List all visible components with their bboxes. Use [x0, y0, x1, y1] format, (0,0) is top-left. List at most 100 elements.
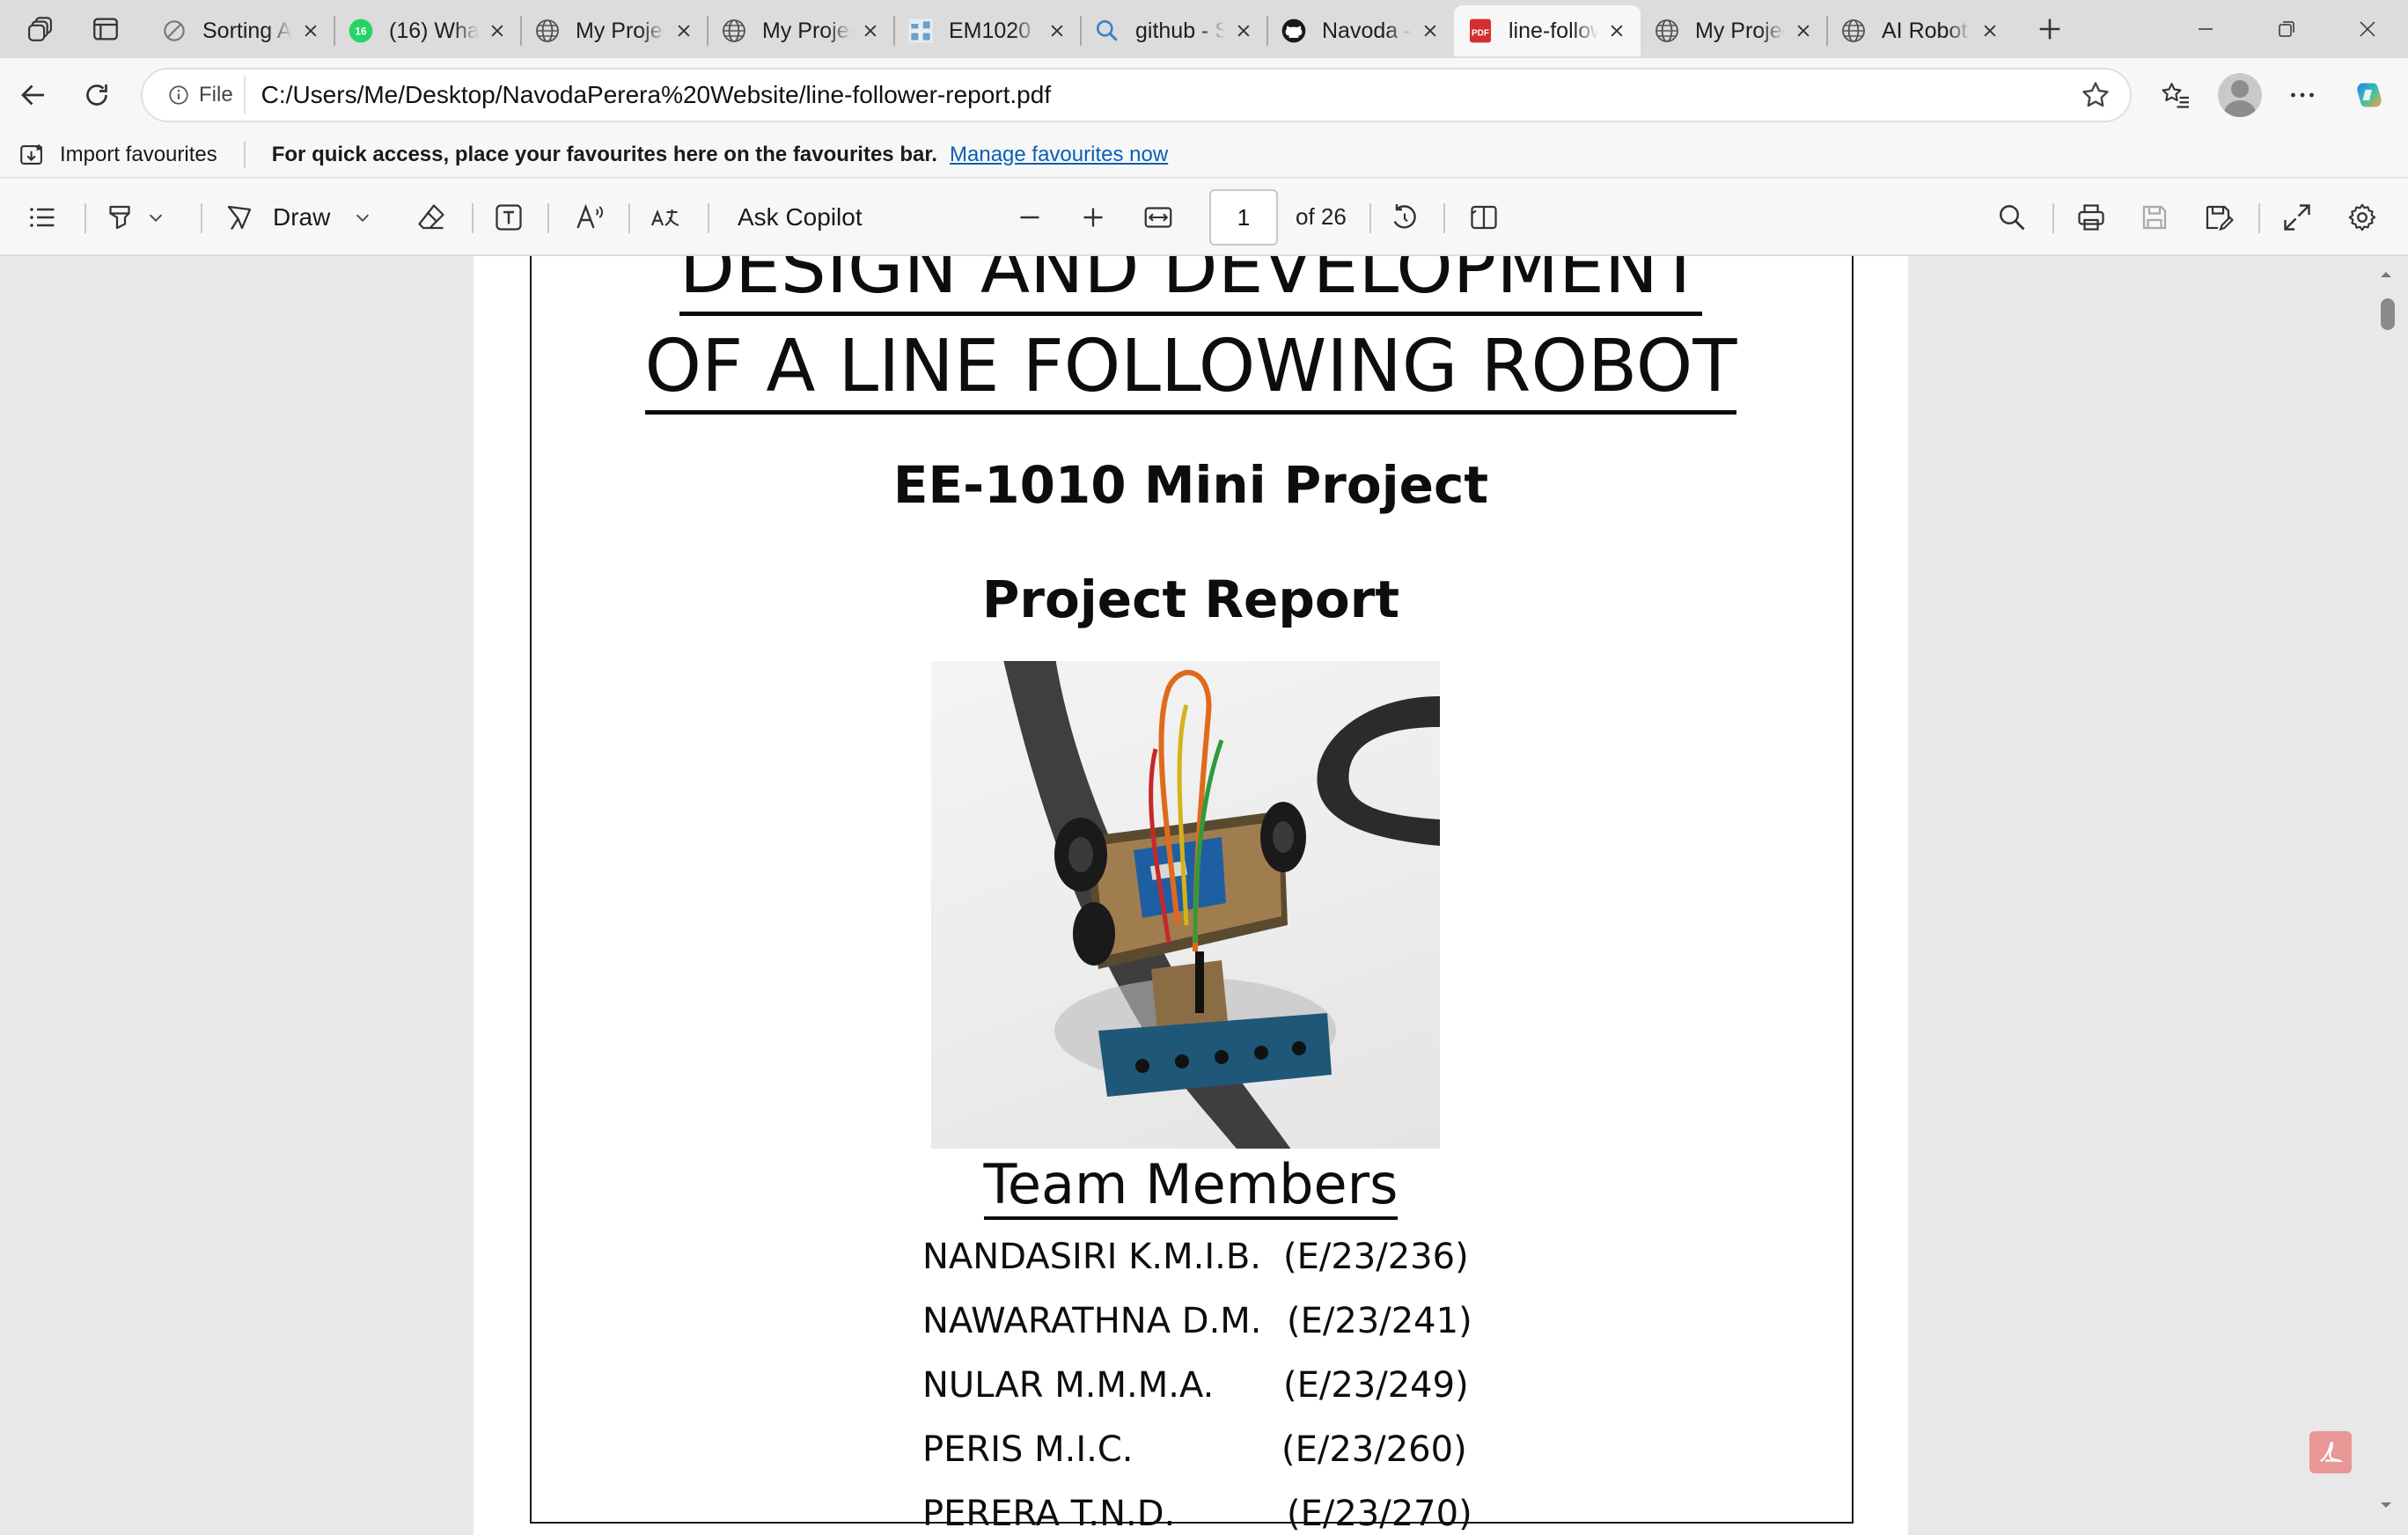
tab-strip: Sorting Algorithms 16 (16) WhatsApp My Proj… — [0, 0, 2408, 58]
tab-divider — [1080, 16, 1082, 46]
browser-tab[interactable]: 16 (16) WhatsApp — [334, 5, 521, 56]
favourites-button[interactable] — [2151, 70, 2200, 120]
minimize-button[interactable] — [2165, 0, 2246, 58]
page-number-input[interactable] — [1209, 189, 1278, 246]
close-tab-icon[interactable] — [1604, 18, 1630, 44]
page-view-button[interactable] — [1468, 195, 1500, 240]
profile-avatar[interactable] — [2218, 73, 2262, 117]
close-tab-icon[interactable] — [484, 18, 510, 44]
rotate-button[interactable] — [1389, 195, 1421, 240]
workspaces-button[interactable] — [14, 7, 70, 51]
member-name: PERIS M.I.C. — [922, 1429, 1134, 1470]
copilot-button[interactable] — [2345, 70, 2394, 120]
line-follower-robot-image — [1003, 661, 1440, 1149]
browser-tab[interactable]: AI Robot — [1827, 5, 2014, 56]
close-tab-icon[interactable] — [1790, 18, 1817, 44]
browser-tab[interactable]: My Projects — [1641, 5, 1827, 56]
import-icon — [20, 143, 43, 165]
browser-tab[interactable]: My Projects — [521, 5, 708, 56]
tab-divider — [893, 16, 895, 46]
globe-icon — [533, 17, 562, 45]
minus-icon — [1020, 216, 1039, 219]
tab-title: My Projects — [762, 18, 852, 43]
close-tab-icon[interactable] — [1417, 18, 1443, 44]
address-bar[interactable]: File C:/Users/Me/Desktop/NavodaPerera%20… — [141, 68, 2132, 122]
save-as-button[interactable] — [2202, 195, 2234, 240]
close-tab-icon[interactable] — [1977, 18, 2003, 44]
close-tab-icon[interactable] — [1044, 18, 1070, 44]
scroll-up-arrow-icon[interactable] — [2378, 267, 2394, 283]
find-button[interactable] — [1996, 195, 2028, 240]
adobe-acrobat-button[interactable] — [2309, 1431, 2352, 1473]
pdf-settings-button[interactable] — [2346, 195, 2378, 240]
url-text[interactable]: C:/Users/Me/Desktop/NavodaPerera%20Websi… — [261, 81, 1051, 109]
divider — [708, 203, 709, 233]
tab-title: github - Search — [1135, 18, 1225, 43]
highlighter-icon — [109, 205, 130, 230]
close-tab-icon[interactable] — [297, 18, 324, 44]
browser-tab[interactable]: My Projects — [708, 5, 894, 56]
new-tab-button[interactable] — [2024, 7, 2075, 51]
back-button[interactable] — [9, 70, 58, 120]
manage-favourites-link[interactable]: Manage favourites now — [950, 143, 1168, 167]
import-favourites-button[interactable]: Import favourites — [18, 140, 217, 170]
fit-width-button[interactable] — [1142, 195, 1174, 240]
doc-title-line-1: DESIGN AND DEVELOPMENT — [474, 256, 1908, 316]
favourites-bar: Import favourites For quick access, plac… — [0, 132, 2408, 178]
tab-title: Navoda - GitHub — [1322, 18, 1412, 43]
tab-divider — [1266, 16, 1268, 46]
pdf-viewer[interactable]: DESIGN AND DEVELOPMENT OF A LINE FOLLOWI… — [0, 256, 2408, 1535]
import-favourites-label: Import favourites — [60, 142, 217, 166]
zoom-in-button[interactable] — [1077, 195, 1109, 240]
favourites-list-icon — [2162, 83, 2189, 108]
close-icon — [2360, 21, 2375, 37]
refresh-button[interactable] — [72, 70, 121, 120]
tab-title: AI Robot — [1882, 18, 1968, 43]
divider — [628, 203, 630, 233]
ask-copilot-button[interactable]: Ask Copilot — [738, 195, 863, 240]
close-tab-icon[interactable] — [1230, 18, 1257, 44]
tab-actions-button[interactable] — [77, 7, 134, 51]
member-name: NANDASIRI K.M.I.B. — [922, 1237, 1261, 1277]
save-as-icon — [2206, 205, 2234, 231]
browser-tab[interactable]: EM1020 — [894, 5, 1081, 56]
tab-divider — [334, 16, 335, 46]
gear-icon — [2348, 203, 2376, 231]
scrollbar-thumb[interactable] — [2381, 298, 2395, 330]
scheme-label: File — [199, 83, 233, 106]
add-favourite-button[interactable] — [2079, 78, 2114, 114]
read-aloud-button[interactable] — [574, 195, 606, 240]
browser-tab[interactable]: Navoda - GitHub — [1267, 5, 1454, 56]
browser-tab[interactable]: Sorting Algorithms — [148, 5, 334, 56]
divider — [243, 141, 246, 168]
close-window-button[interactable] — [2327, 0, 2408, 58]
contents-button[interactable] — [26, 195, 58, 240]
restore-button[interactable] — [2246, 0, 2327, 58]
zoom-out-button[interactable] — [1014, 195, 1046, 240]
printer-icon — [2078, 204, 2104, 231]
eraser-icon — [418, 204, 444, 230]
erase-button[interactable] — [415, 195, 447, 240]
draw-button[interactable]: Draw — [224, 195, 372, 240]
highlight-button[interactable] — [104, 195, 165, 240]
robot-photo — [931, 661, 1440, 1149]
add-text-button[interactable] — [493, 195, 525, 240]
divider — [472, 203, 474, 233]
close-tab-icon[interactable] — [671, 18, 697, 44]
divider — [547, 203, 549, 233]
print-button[interactable] — [2075, 195, 2107, 240]
github-icon — [1280, 17, 1308, 45]
scroll-down-arrow-icon[interactable] — [2378, 1497, 2394, 1513]
site-info-button[interactable]: File — [157, 76, 246, 114]
close-tab-icon[interactable] — [857, 18, 884, 44]
tab-title: line-follower-report.pdf — [1509, 18, 1598, 43]
browser-tab[interactable]: PDF line-follower-report.pdf — [1454, 5, 1641, 56]
translate-button[interactable] — [650, 195, 681, 240]
member-registration-id: (E/23/241) — [1287, 1301, 1472, 1341]
save-button[interactable] — [2139, 195, 2170, 240]
table-of-contents-icon — [30, 208, 55, 227]
settings-more-button[interactable] — [2278, 70, 2327, 120]
fullscreen-button[interactable] — [2281, 195, 2313, 240]
browser-tab[interactable]: github - Search — [1081, 5, 1267, 56]
vertical-scrollbar[interactable] — [2373, 256, 2399, 1535]
